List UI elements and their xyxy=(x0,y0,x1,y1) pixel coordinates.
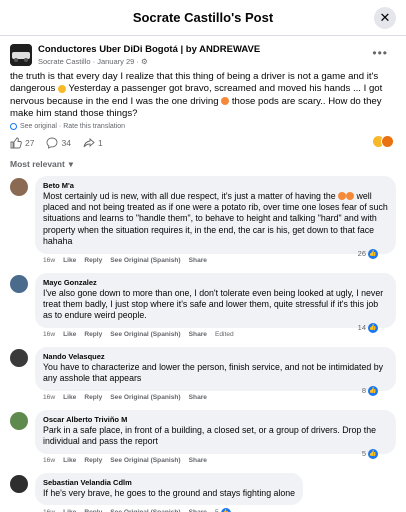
comment-bubble: Nando Velasquez You have to characterize… xyxy=(35,346,396,391)
emoji-icon xyxy=(346,192,355,201)
edited-label: Edited xyxy=(214,330,234,338)
comment-item: Oscar Alberto Triviño M Park in a safe p… xyxy=(10,409,396,469)
comment-share-button[interactable]: Share xyxy=(189,331,207,338)
more-options-button[interactable]: ••• xyxy=(372,46,388,60)
comment-like-button[interactable]: Like xyxy=(63,394,76,401)
comment-reaction-count[interactable]: 5 👍 xyxy=(215,507,231,512)
comment-icon xyxy=(47,137,58,149)
comment-item: Mayc Gonzalez I've also gone down to mor… xyxy=(10,272,396,343)
comment-reaction-count[interactable]: 14 👍 xyxy=(358,322,378,333)
close-button[interactable]: ✕ xyxy=(374,7,396,29)
commenter-name-link[interactable]: Nando Velasquez xyxy=(43,352,388,362)
avatar[interactable] xyxy=(10,274,28,293)
dialog-title: Socrate Castillo's Post xyxy=(132,10,274,25)
comment-age[interactable]: 16w xyxy=(43,394,55,401)
emoji-icon xyxy=(338,192,347,201)
comment-text: Park in a safe place, in front of a buil… xyxy=(43,424,376,447)
avatar[interactable] xyxy=(10,177,28,196)
share-button[interactable]: 1 xyxy=(83,137,103,149)
author-name-link[interactable]: Socrate Castillo xyxy=(38,57,91,66)
post-date[interactable]: January 29 xyxy=(97,57,134,66)
share-icon xyxy=(83,137,95,147)
group-name-link[interactable]: Conductores Uber DiDi Bogotá | by ANDREW… xyxy=(38,44,260,56)
comment-actions: 16w Like Reply See Original (Spanish) Sh… xyxy=(35,328,396,343)
like-reaction-icon: 👍 xyxy=(368,248,378,259)
see-original-button[interactable]: See Original (Spanish) xyxy=(110,457,180,464)
like-reaction-icon: 👍 xyxy=(220,507,231,512)
group-logo-icon xyxy=(10,44,32,66)
comment-reaction-count[interactable]: 26 👍 xyxy=(358,248,378,259)
commenter-name-link[interactable]: Beto M'a xyxy=(43,181,388,191)
comment-item: Sebastian Velandia Cdlm If he's very bra… xyxy=(10,472,396,512)
comment-age[interactable]: 16w xyxy=(43,331,55,338)
post-meta: Socrate Castillo · January 29 · ⚙ xyxy=(38,57,148,66)
comment-actions: 16w Like Reply See Original (Spanish) Sh… xyxy=(35,454,396,469)
comment-share-button[interactable]: Share xyxy=(189,257,207,264)
comment-actions: 16w Like Reply See Original (Spanish) Sh… xyxy=(35,254,396,269)
comment-reaction-count[interactable]: 5 👍 xyxy=(362,448,378,459)
comment-share-button[interactable]: Share xyxy=(189,394,207,401)
avatar[interactable] xyxy=(10,474,28,493)
avatar[interactable] xyxy=(10,411,28,430)
like-reaction-icon: 👍 xyxy=(368,322,378,333)
see-original-link[interactable]: See original · Rate this translation xyxy=(0,121,406,132)
comment-sort-dropdown[interactable]: Most relevant ▾ xyxy=(0,153,406,176)
post-dialog-header: Socrate Castillo's Post ✕ xyxy=(0,0,406,36)
chevron-down-icon: ▾ xyxy=(68,158,74,169)
like-button[interactable]: 27 xyxy=(10,137,34,149)
comment-bubble: Oscar Alberto Triviño M Park in a safe p… xyxy=(35,409,396,454)
like-reaction-icon: 👍 xyxy=(368,385,378,396)
comment-like-button[interactable]: Like xyxy=(63,331,76,338)
close-icon: ✕ xyxy=(379,10,391,25)
comment-reply-button[interactable]: Reply xyxy=(84,331,102,338)
comment-text: If he's very brave, he goes to the groun… xyxy=(43,487,296,498)
comment-age[interactable]: 16w xyxy=(43,457,55,464)
comment-reaction-count[interactable]: 8 👍 xyxy=(362,385,378,396)
comment-bubble: Mayc Gonzalez I've also gone down to mor… xyxy=(35,272,396,328)
comment-bubble: Sebastian Velandia Cdlm If he's very bra… xyxy=(35,472,304,505)
comment-bubble: Beto M'a Most certainly ud is new, with … xyxy=(35,175,396,254)
comment-reply-button[interactable]: Reply xyxy=(84,457,102,464)
comment-button[interactable]: 34 xyxy=(46,137,71,149)
avatar[interactable] xyxy=(10,348,28,367)
audience-icon: ⚙ xyxy=(140,57,148,66)
see-original-button[interactable]: See Original (Spanish) xyxy=(110,257,180,264)
post-text: the truth is that every day I realize th… xyxy=(10,71,383,120)
commenter-name-link[interactable]: Mayc Gonzalez xyxy=(43,278,388,288)
comment-item: Beto M'a Most certainly ud is new, with … xyxy=(10,175,396,269)
reaction-summary[interactable] xyxy=(372,134,394,148)
comment-reply-button[interactable]: Reply xyxy=(84,394,102,401)
post-actions: 27 34 1 xyxy=(0,132,406,153)
comment-item: Nando Velasquez You have to characterize… xyxy=(10,346,396,406)
commenter-name-link[interactable]: Sebastian Velandia Cdlm xyxy=(43,478,295,488)
emoji-icon xyxy=(221,97,230,106)
emoji-icon xyxy=(58,84,67,93)
comment-age[interactable]: 16w xyxy=(43,257,55,264)
comment-reply-button[interactable]: Reply xyxy=(84,257,102,264)
comment-like-button[interactable]: Like xyxy=(63,457,76,464)
comment-text: Most certainly ud is new, with all due r… xyxy=(43,190,388,247)
see-original-button[interactable]: See Original (Spanish) xyxy=(110,331,180,338)
translate-icon xyxy=(10,122,17,130)
group-avatar[interactable] xyxy=(10,44,32,66)
comment-list: Beto M'a Most certainly ud is new, with … xyxy=(0,175,406,512)
commenter-name-link[interactable]: Oscar Alberto Triviño M xyxy=(43,415,388,425)
comment-text: I've also gone down to more than one, I … xyxy=(43,287,384,321)
post-header: Conductores Uber DiDi Bogotá | by ANDREW… xyxy=(0,36,406,67)
comment-share-button[interactable]: Share xyxy=(189,457,207,464)
comment-like-button[interactable]: Like xyxy=(63,257,76,264)
see-original-button[interactable]: See Original (Spanish) xyxy=(110,394,180,401)
comment-text: You have to characterize and lower the p… xyxy=(43,361,384,384)
like-reaction-icon: 👍 xyxy=(368,448,378,459)
comment-actions: 16w Like Reply See Original (Spanish) Sh… xyxy=(35,391,396,406)
thumbs-up-icon xyxy=(10,137,22,149)
angry-reaction-icon xyxy=(381,134,394,148)
comment-actions: 16w Like Reply See Original (Spanish) Sh… xyxy=(35,505,303,512)
